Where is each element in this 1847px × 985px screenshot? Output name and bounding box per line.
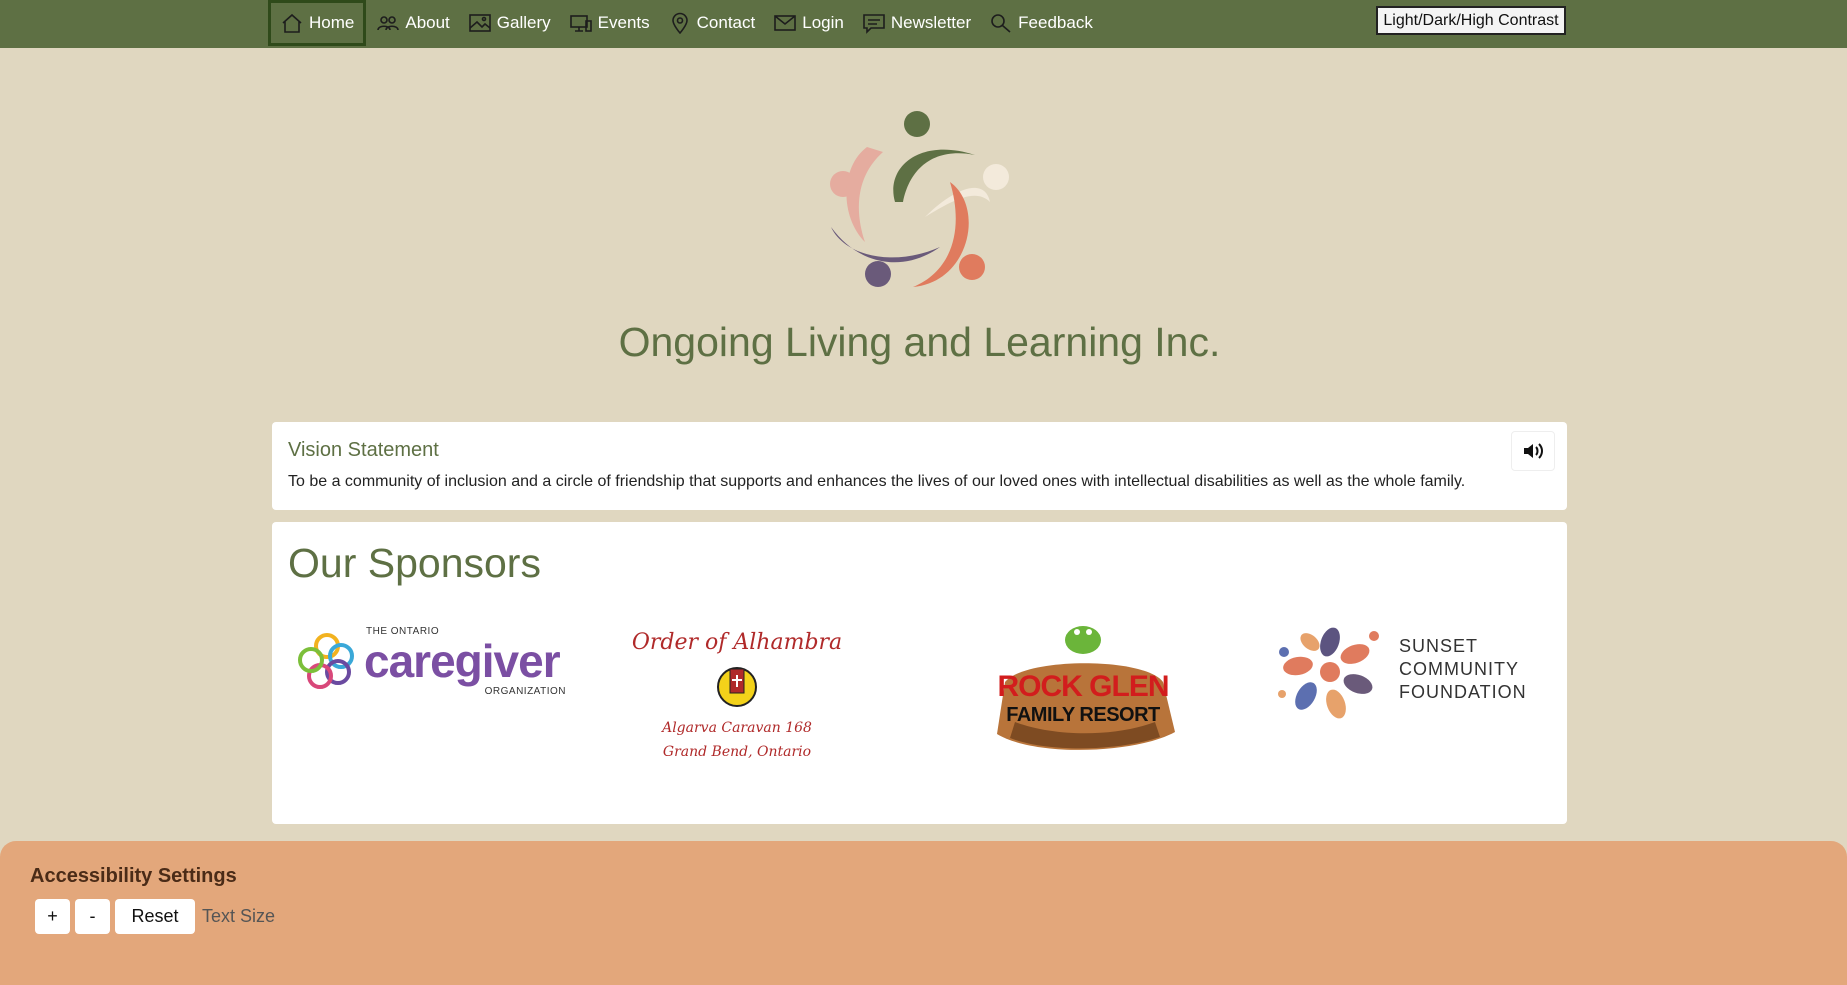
sponsors-title: Our Sponsors — [288, 540, 541, 586]
search-icon — [991, 14, 1011, 33]
caregiver-sub-text: ORGANIZATION — [484, 686, 566, 697]
read-aloud-button[interactable] — [1511, 431, 1555, 471]
nav-menu: Home About Gallery Events Contact Login … — [268, 0, 1103, 46]
site-title: Ongoing Living and Learning Inc. — [618, 319, 1221, 365]
alhambra-line2: Grand Bend, Ontario — [662, 744, 812, 760]
image-icon — [468, 14, 491, 32]
nav-label-home: Home — [309, 13, 355, 32]
speaker-icon — [1524, 443, 1543, 459]
nav-label-gallery: Gallery — [496, 13, 551, 32]
sunset-line2: COMMUNITY — [1399, 659, 1519, 679]
vision-title: Vision Statement — [288, 439, 439, 461]
nav-item-about[interactable]: About — [368, 1, 457, 45]
devices-icon — [569, 15, 592, 32]
home-icon — [282, 13, 302, 33]
chat-icon — [863, 14, 885, 34]
nav-item-contact[interactable]: Contact — [660, 1, 764, 45]
text-size-reset-button[interactable]: Reset — [115, 899, 195, 934]
nav-label-about: About — [405, 13, 450, 32]
nav-item-feedback[interactable]: Feedback — [981, 1, 1101, 45]
map-pin-icon — [671, 12, 688, 34]
top-navbar: Home About Gallery Events Contact Login … — [0, 0, 1847, 48]
nav-item-gallery[interactable]: Gallery — [460, 1, 559, 45]
sunset-petals-graphic — [1278, 627, 1379, 719]
envelope-icon — [774, 15, 797, 31]
text-size-label: Text Size — [202, 906, 276, 926]
sponsor-caregiver-logo[interactable]: THE ONTARIO caregiver ORGANIZATION — [296, 622, 566, 702]
alhambra-emblem-icon — [717, 667, 757, 707]
sponsor-alhambra-logo[interactable]: Order of Alhambra Algarva Caravan 168 Gr… — [622, 630, 852, 770]
sunset-line1: SUNSET — [1399, 636, 1479, 656]
nav-label-events: Events — [597, 13, 650, 32]
people-icon — [377, 16, 400, 31]
nav-item-newsletter[interactable]: Newsletter — [854, 1, 979, 45]
accessibility-footer: Accessibility Settings + - Reset Text Si… — [0, 841, 1847, 985]
rockglen-line1: ROCK GLEN — [997, 670, 1170, 703]
sponsor-rockglen-logo[interactable]: ROCK GLEN FAMILY RESORT — [985, 612, 1181, 762]
accessibility-title: Accessibility Settings — [30, 865, 237, 887]
rockglen-line2: FAMILY RESORT — [1006, 704, 1160, 726]
caregiver-big-text: caregiver — [364, 635, 561, 687]
nav-item-login[interactable]: Login — [765, 1, 852, 45]
nav-label-feedback: Feedback — [1018, 13, 1093, 32]
nav-label-contact: Contact — [696, 13, 756, 32]
alhambra-title: Order of Alhambra — [631, 630, 843, 655]
alhambra-line1: Algarva Caravan 168 — [662, 720, 812, 736]
site-logo — [830, 111, 1009, 287]
nav-label-login: Login — [802, 13, 844, 32]
text-size-decrease-button[interactable]: - — [75, 899, 110, 934]
contrast-toggle-button[interactable]: Light/Dark/High Contrast — [1376, 6, 1566, 35]
sponsors-card: Our Sponsors THE ONTARIO caregiver ORGAN… — [272, 522, 1567, 824]
text-size-controls: + - Reset Text Size — [35, 899, 275, 934]
nav-item-events[interactable]: Events — [561, 1, 658, 45]
vision-text: To be a community of inclusion and a cir… — [288, 473, 1466, 490]
vision-card: Vision Statement To be a community of in… — [272, 422, 1567, 510]
text-size-increase-button[interactable]: + — [35, 899, 70, 934]
sponsor-sunset-logo[interactable]: SUNSET COMMUNITY FOUNDATION — [1270, 612, 1540, 732]
nav-item-home[interactable]: Home — [268, 0, 367, 46]
caregiver-knot-icon — [298, 633, 354, 689]
sunset-line3: FOUNDATION — [1399, 682, 1527, 702]
nav-label-newsletter: Newsletter — [890, 13, 972, 32]
